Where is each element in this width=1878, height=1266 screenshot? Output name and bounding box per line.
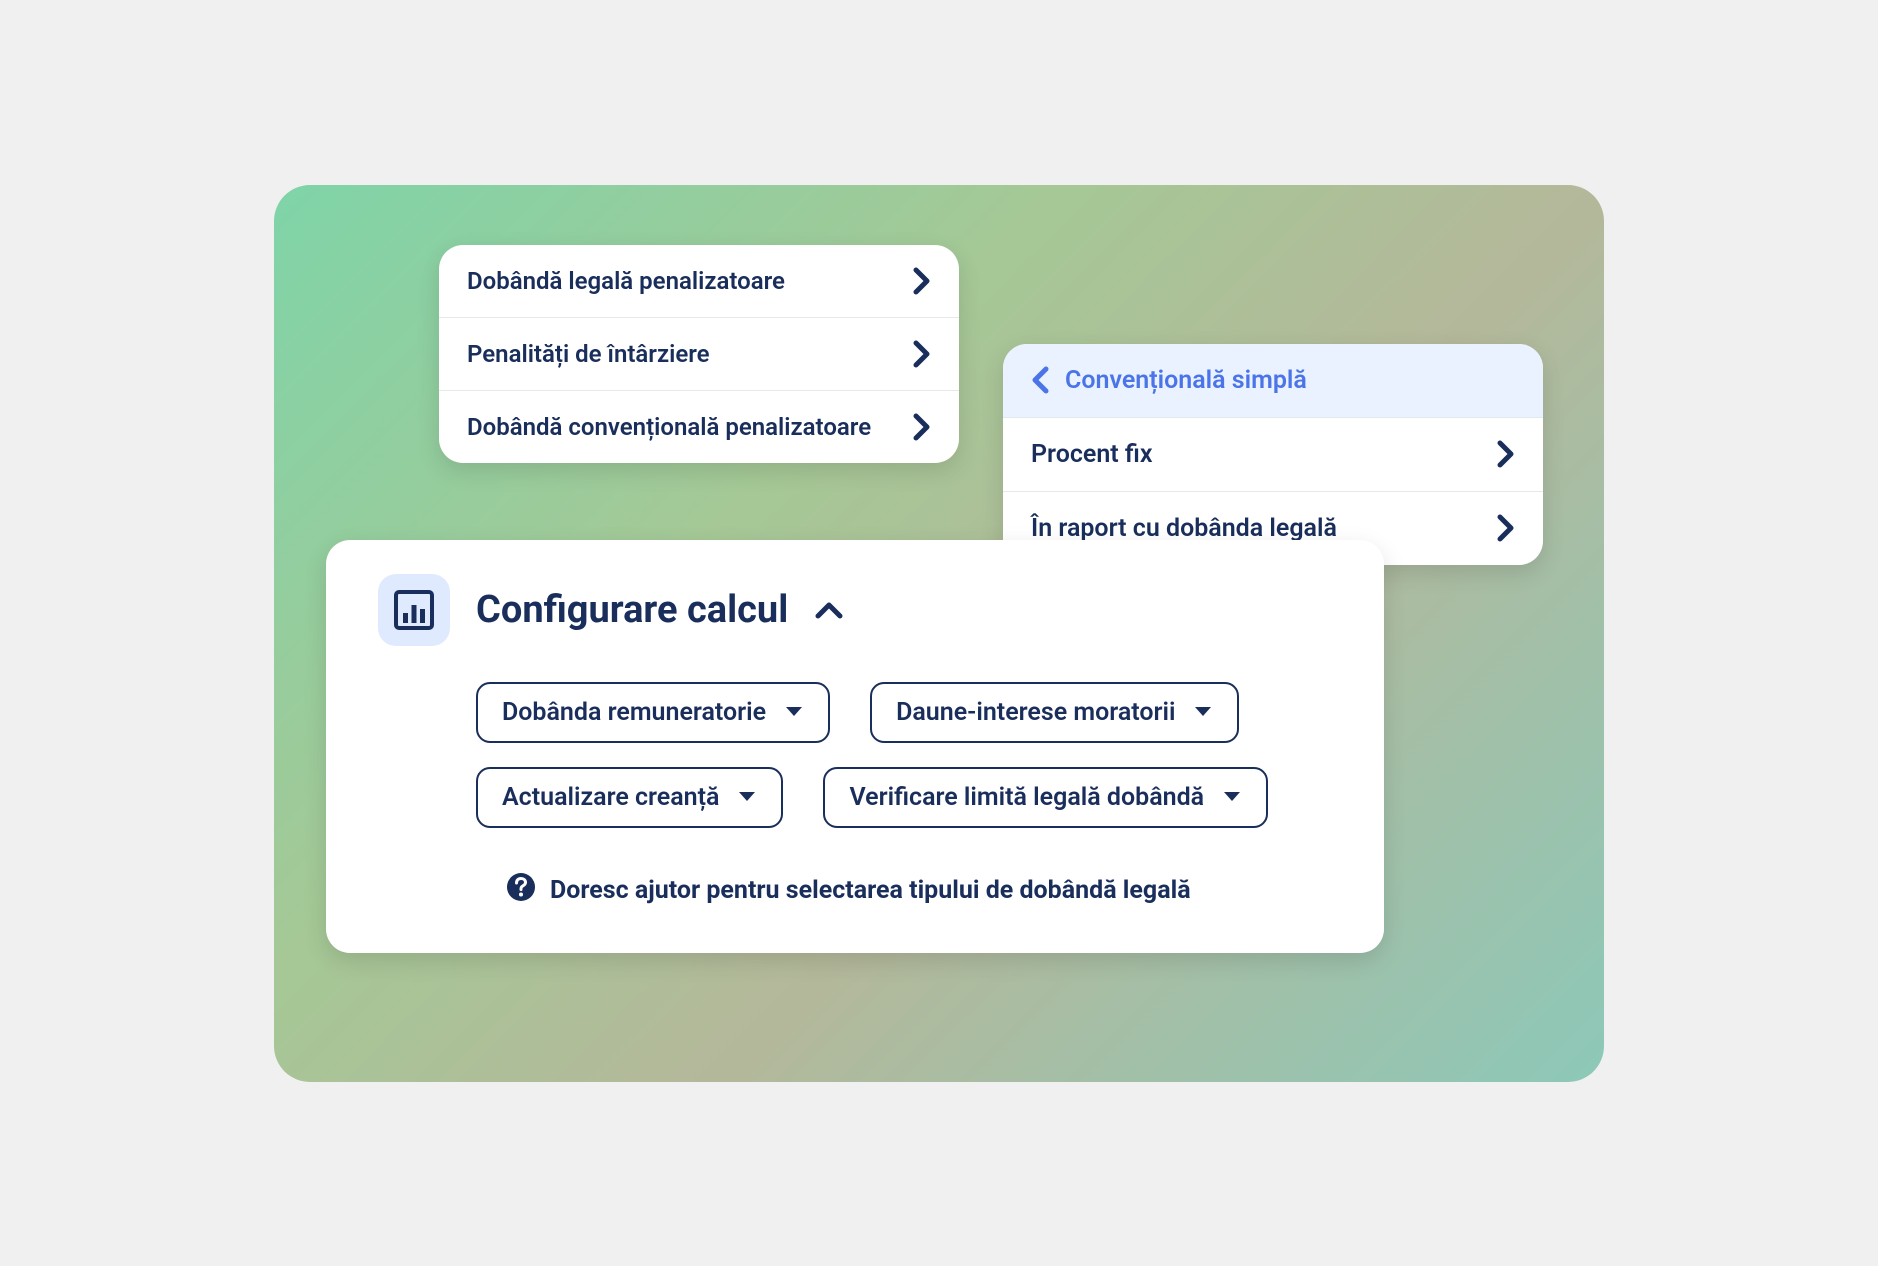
- help-link[interactable]: Doresc ajutor pentru selectarea tipului …: [378, 872, 1332, 909]
- config-panel-header[interactable]: Configurare calcul: [378, 574, 1332, 646]
- menu-item-label: Dobândă convențională penalizatoare: [467, 413, 871, 441]
- menu-conventional-simple: Convențională simplă Procent fix În rapo…: [1003, 344, 1543, 565]
- menu-interest-types: Dobândă legală penalizatoare Penalități …: [439, 245, 959, 463]
- chip-claim-update[interactable]: Actualizare creanță: [476, 767, 783, 828]
- help-label: Doresc ajutor pentru selectarea tipului …: [550, 876, 1191, 905]
- menu-item-label: Procent fix: [1031, 440, 1152, 469]
- chevron-right-icon: [1497, 514, 1515, 542]
- config-panel-title: Configurare calcul: [476, 588, 788, 632]
- chevron-right-icon: [1497, 440, 1515, 468]
- config-panel: Configurare calcul Dobânda remuneratorie…: [326, 540, 1384, 953]
- chip-label: Daune-interese moratorii: [896, 698, 1175, 727]
- chevron-right-icon: [913, 413, 931, 441]
- chip-label: Verificare limită legală dobândă: [849, 783, 1204, 812]
- chevron-left-icon: [1031, 366, 1049, 394]
- menu-item-label: În raport cu dobânda legală: [1031, 514, 1337, 543]
- menu-item-conventional-penalty[interactable]: Dobândă convențională penalizatoare: [439, 391, 959, 463]
- menu-item-label: Penalități de întârziere: [467, 340, 710, 368]
- menu-item-delay-penalties[interactable]: Penalități de întârziere: [439, 318, 959, 391]
- help-icon: [506, 872, 536, 909]
- menu-item-fixed-percent[interactable]: Procent fix: [1003, 418, 1543, 492]
- caret-down-icon: [784, 705, 804, 719]
- chip-legal-limit-check[interactable]: Verificare limită legală dobândă: [823, 767, 1268, 828]
- menu-header-label: Convențională simplă: [1065, 366, 1307, 395]
- chip-label: Dobânda remuneratorie: [502, 698, 766, 727]
- chip-remuneratory-interest[interactable]: Dobânda remuneratorie: [476, 682, 830, 743]
- canvas: Dobândă legală penalizatoare Penalități …: [274, 185, 1604, 1082]
- chip-label: Actualizare creanță: [502, 783, 719, 812]
- menu-item-label: Dobândă legală penalizatoare: [467, 267, 785, 295]
- menu-item-legal-penalty[interactable]: Dobândă legală penalizatoare: [439, 245, 959, 318]
- chip-moratory-damages[interactable]: Daune-interese moratorii: [870, 682, 1239, 743]
- chevron-up-icon: [814, 600, 844, 620]
- caret-down-icon: [1222, 790, 1242, 804]
- caret-down-icon: [1193, 705, 1213, 719]
- menu-back-header[interactable]: Convențională simplă: [1003, 344, 1543, 418]
- caret-down-icon: [737, 790, 757, 804]
- config-chips: Dobânda remuneratorie Daune-interese mor…: [378, 682, 1332, 828]
- chevron-right-icon: [913, 267, 931, 295]
- chevron-right-icon: [913, 340, 931, 368]
- chart-icon: [378, 574, 450, 646]
